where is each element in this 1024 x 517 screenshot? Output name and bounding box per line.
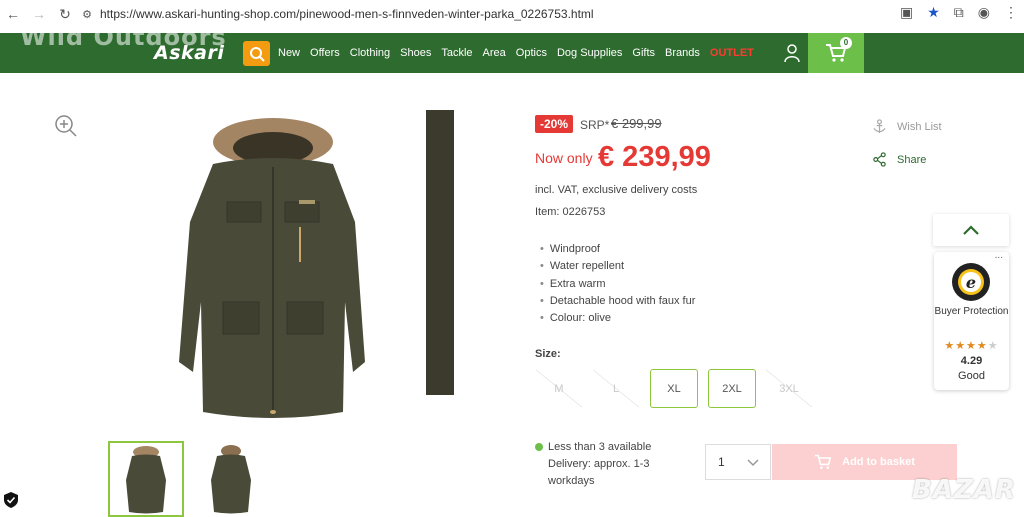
availability-text: Less than 3 available <box>548 441 652 453</box>
extensions-icon[interactable]: ⧉ <box>954 4 964 21</box>
menu-item-gifts[interactable]: Gifts <box>632 47 655 59</box>
feature-item: Detachable hood with faux fur <box>540 294 696 311</box>
availability-dot-icon <box>535 443 543 451</box>
back-icon[interactable]: ← <box>0 6 26 22</box>
install-app-icon[interactable]: ▣ <box>900 4 913 21</box>
user-account-icon[interactable] <box>784 43 800 63</box>
thumbnail-back-image <box>211 445 251 514</box>
next-image-preview[interactable] <box>426 110 454 395</box>
current-price: € 239,99 <box>598 141 711 173</box>
size-label: Size: <box>535 348 561 360</box>
widget-menu-icon[interactable]: ... <box>995 250 1003 261</box>
feature-item: Colour: olive <box>540 311 695 328</box>
search-button[interactable] <box>243 41 270 66</box>
site-info-icon[interactable]: ⚙ <box>78 8 96 21</box>
wish-list-link[interactable]: Wish List <box>872 119 942 134</box>
menu-item-new[interactable]: New <box>278 47 300 59</box>
forward-icon[interactable]: → <box>26 6 52 22</box>
svg-text:e: e <box>966 273 976 292</box>
menu-item-dog-supplies[interactable]: Dog Supplies <box>557 47 622 59</box>
askari-logo[interactable]: Askari <box>154 42 224 64</box>
menu-item-offers[interactable]: Offers <box>310 47 340 59</box>
size-option-l[interactable]: L <box>592 369 640 408</box>
anchor-icon <box>873 119 886 134</box>
size-option-xl[interactable]: XL <box>650 369 698 408</box>
quantity-value: 1 <box>718 455 725 469</box>
rating-value: 4.29 <box>960 355 983 367</box>
feature-item: Extra warm <box>540 277 695 294</box>
size-option-m[interactable]: M <box>535 369 583 408</box>
product-main-image[interactable] <box>165 112 380 422</box>
vat-note[interactable]: incl. VAT, exclusive delivery costs <box>535 184 697 196</box>
profile-icon[interactable]: ◉ <box>978 4 990 21</box>
menu-item-outlet[interactable]: OUTLET <box>710 47 754 59</box>
share-label: Share <box>897 153 927 166</box>
share-link[interactable]: Share <box>872 152 926 167</box>
main-navbar: Wild Outdoors Askari New Offers Clothing… <box>0 23 1024 73</box>
discount-badge: -20% <box>535 115 574 133</box>
thumbnail-front-image <box>126 446 166 514</box>
old-price: € 299,99 <box>611 116 662 131</box>
menu-item-brands[interactable]: Brands <box>665 47 700 59</box>
buyer-protection-text: Buyer Protection <box>934 306 1009 317</box>
quantity-select[interactable]: 1 <box>705 444 771 480</box>
zoom-in-icon[interactable] <box>54 114 78 138</box>
chevron-down-icon <box>747 459 759 467</box>
address-bar[interactable]: https://www.askari-hunting-shop.com/pine… <box>100 7 594 21</box>
chevron-up-icon <box>963 225 979 235</box>
wish-list-label: Wish List <box>897 120 942 133</box>
trusted-shops-seal-icon: e <box>952 263 990 301</box>
search-icon <box>249 46 265 62</box>
menu-item-shoes[interactable]: Shoes <box>400 47 431 59</box>
srp-label: SRP* <box>580 118 610 132</box>
availability-info: Less than 3 available Delivery: approx. … <box>548 439 678 490</box>
trusted-shops-widget[interactable]: ... e Buyer Protection ★★★★★ 4.29 Good <box>934 250 1009 390</box>
delivery-text: Delivery: approx. 1-3 workdays <box>548 458 650 487</box>
cart-count-badge: 0 <box>840 37 852 49</box>
bookmark-star-icon[interactable]: ★ <box>927 4 940 21</box>
menu-item-tackle[interactable]: Tackle <box>441 47 472 59</box>
scroll-to-top-button[interactable] <box>933 214 1009 246</box>
feature-item: Windproof <box>540 242 695 259</box>
feature-item: Water repellent <box>540 259 695 276</box>
thumbnail-back[interactable] <box>193 441 269 517</box>
item-number: Item: 0226753 <box>535 206 606 218</box>
now-only-label: Now only <box>535 150 593 166</box>
reload-icon[interactable]: ↻ <box>52 6 78 23</box>
cart-icon <box>815 454 832 469</box>
browser-menu-icon[interactable]: ⋮ <box>1004 4 1018 21</box>
cart-button[interactable]: 0 <box>808 33 864 73</box>
add-to-basket-label: Add to basket <box>842 456 915 468</box>
menu-item-area[interactable]: Area <box>483 47 506 59</box>
share-icon <box>873 152 886 167</box>
size-option-2xl[interactable]: 2XL <box>708 369 756 408</box>
feature-list: Windproof Water repellent Extra warm Det… <box>540 242 696 328</box>
shield-check-icon[interactable] <box>4 492 18 508</box>
rating-word: Good <box>958 370 985 382</box>
menu-item-optics[interactable]: Optics <box>516 47 547 59</box>
rating-stars: ★★★★★ <box>944 340 999 352</box>
thumbnail-front[interactable] <box>108 441 184 517</box>
size-option-3xl[interactable]: 3XL <box>765 369 813 408</box>
main-menu: New Offers Clothing Shoes Tackle Area Op… <box>278 33 764 73</box>
menu-item-clothing[interactable]: Clothing <box>350 47 390 59</box>
bazar-watermark: BAZAR <box>912 475 1016 505</box>
